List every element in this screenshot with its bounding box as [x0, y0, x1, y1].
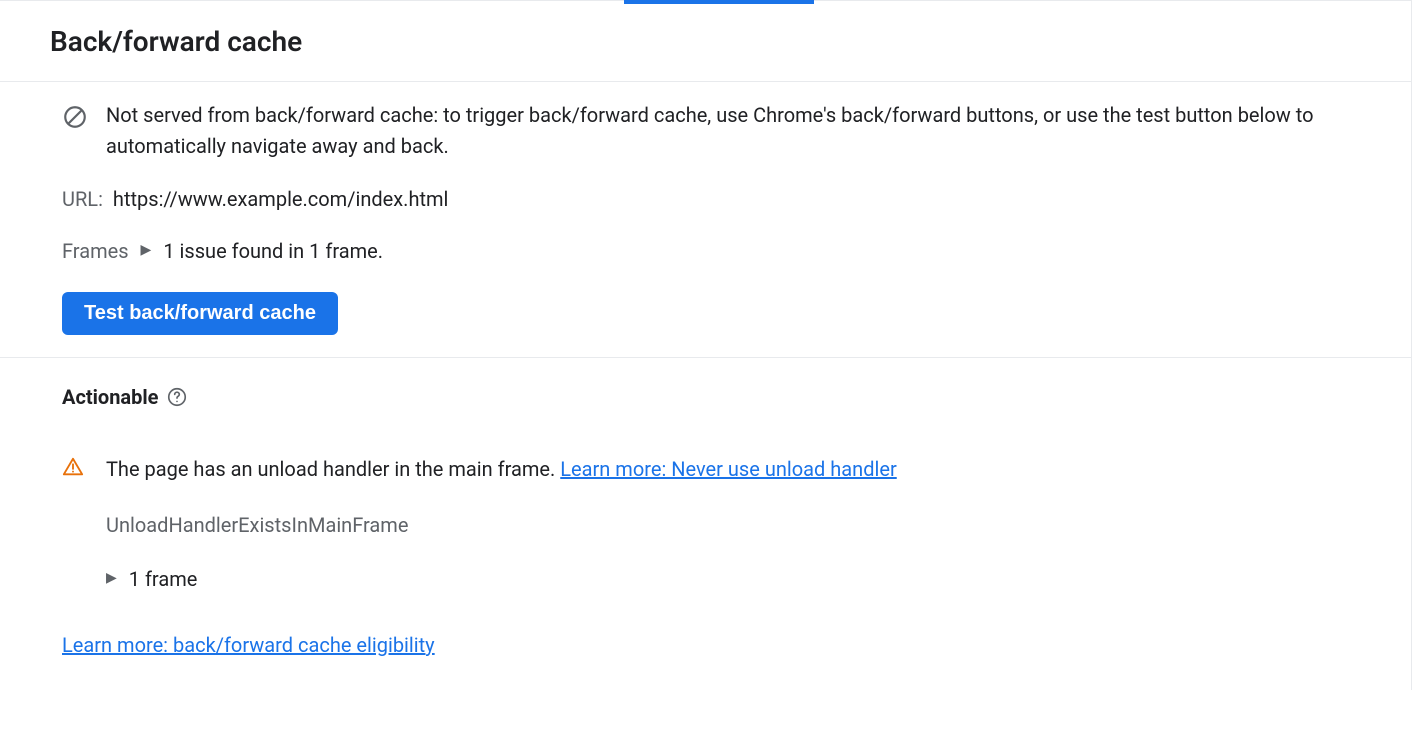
- expand-triangle-icon[interactable]: ▶: [141, 240, 152, 261]
- issue-title-line: The page has an unload handler in the ma…: [106, 454, 1349, 484]
- bfcache-eligibility-link[interactable]: Learn more: back/forward cache eligibili…: [62, 633, 435, 657]
- actionable-section: Actionable The page has an unload: [0, 358, 1411, 690]
- help-icon[interactable]: [166, 386, 188, 408]
- issue-body: The page has an unload handler in the ma…: [106, 454, 1349, 594]
- actionable-heading-row: Actionable: [62, 382, 1349, 412]
- url-value: https://www.example.com/index.html: [113, 184, 449, 214]
- actionable-heading: Actionable: [62, 382, 158, 412]
- issue-message: The page has an unload handler in the ma…: [106, 457, 555, 481]
- eligibility-link-row: Learn more: back/forward cache eligibili…: [62, 630, 1349, 660]
- status-message: Not served from back/forward cache: to t…: [106, 100, 1349, 162]
- status-section: Not served from back/forward cache: to t…: [0, 82, 1411, 358]
- page-title: Back/forward cache: [50, 21, 1361, 63]
- not-served-icon: [62, 104, 88, 138]
- warning-icon: [62, 456, 84, 486]
- frames-label: Frames: [62, 236, 129, 266]
- panel-header: Back/forward cache: [0, 1, 1411, 82]
- status-row: Not served from back/forward cache: to t…: [62, 100, 1349, 162]
- frames-row[interactable]: Frames ▶ 1 issue found in 1 frame.: [62, 236, 1349, 266]
- bfcache-panel: Back/forward cache Not served from back/…: [0, 0, 1412, 690]
- issue-row: The page has an unload handler in the ma…: [62, 454, 1349, 594]
- issue-learn-more-link[interactable]: Learn more: Never use unload handler: [560, 457, 896, 481]
- test-bfcache-button[interactable]: Test back/forward cache: [62, 292, 338, 335]
- expand-triangle-icon[interactable]: ▶: [106, 568, 117, 589]
- url-row: URL: https://www.example.com/index.html: [62, 184, 1349, 214]
- issue-frame-row[interactable]: ▶ 1 frame: [106, 564, 1349, 594]
- issue-frame-count: 1 frame: [129, 564, 198, 594]
- issue-reason-id: UnloadHandlerExistsInMainFrame: [106, 510, 1349, 540]
- frames-summary: 1 issue found in 1 frame.: [163, 236, 383, 266]
- active-tab-indicator: [624, 0, 814, 4]
- url-label: URL:: [62, 184, 103, 214]
